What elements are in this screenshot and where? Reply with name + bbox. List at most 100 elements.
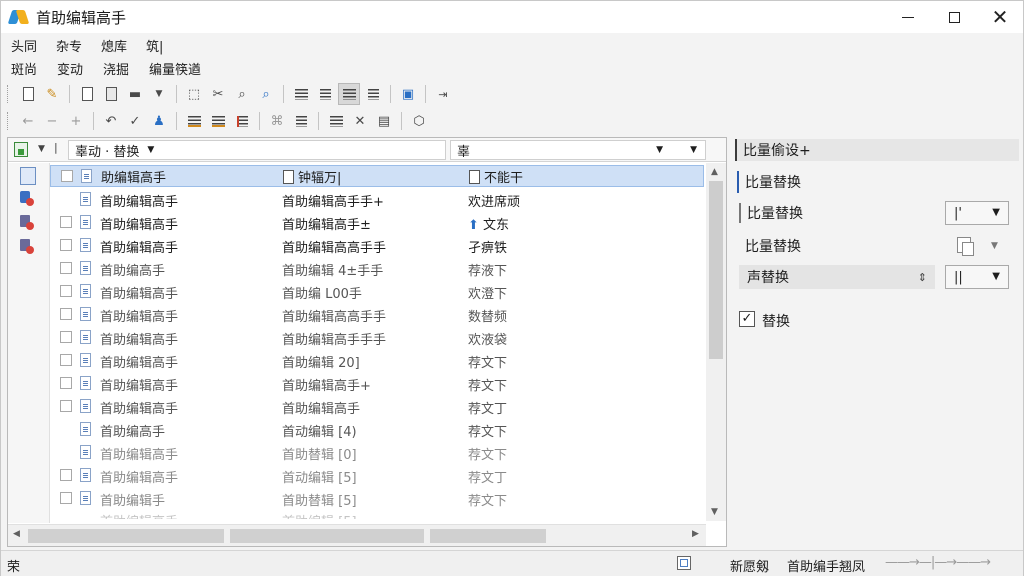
table-row[interactable]: 首助编高手 首助编辑 4±手手 荐液下 [50,258,704,280]
layout-icon[interactable] [677,556,691,570]
table-row[interactable]: 助编辑高手 钟辐万| 不能干 [50,165,704,187]
more-button[interactable]: ⇥ [432,83,454,105]
horizontal-scroll-thumb[interactable] [28,529,224,543]
select-all-checkbox[interactable] [14,142,28,157]
table-row[interactable]: 首助编辑手 首助替辑 [5] 荐文下 [50,488,704,510]
file-icon [80,445,91,459]
row-checkbox[interactable] [60,262,72,274]
table-row[interactable]: 首助编辑高手 首助编 L00手 欢澄下 [50,281,704,303]
row-checkbox[interactable] [60,469,72,481]
menu2-item-2[interactable]: 变动 [47,59,93,78]
export-button[interactable]: ⬡ [408,110,430,132]
column-header-name[interactable]: 辜动 · 替换 ▼ [68,140,446,160]
maximize-button[interactable] [931,1,977,33]
table-row[interactable]: 首助编辑高手 首助编辑高手手+ 欢进席顽 [50,189,704,211]
row-checkbox[interactable] [60,308,72,320]
vertical-scroll-thumb[interactable] [709,181,723,359]
edit-doc-icon[interactable] [20,191,36,209]
menu2-item-3[interactable]: 浇掘 [93,59,139,78]
select-button[interactable]: ⬚ [183,83,205,105]
toolbar-grip[interactable] [7,85,10,103]
row-checkbox[interactable] [60,400,72,412]
table-row[interactable]: 首助编高手 首动编辑 [4) 荐文下 [50,419,704,441]
undo-button[interactable]: ↶ [100,110,122,132]
copy-icon[interactable] [957,237,974,256]
indent-button[interactable] [183,110,205,132]
scissors-button[interactable]: ✕ [349,110,371,132]
align-left-button[interactable] [290,83,312,105]
table-row[interactable]: 首助编辑高手 首助编辑高手± ⬆ 文东 [50,212,704,234]
scroll-right-icon[interactable]: ▶ [692,529,699,539]
horizontal-scrollbar[interactable]: ◀ ▶ [8,524,706,546]
table-row[interactable]: 首助编辑高手 首助编辑 [5] [50,509,704,520]
copy-button[interactable] [76,83,98,105]
table-row[interactable]: 首助编辑高手 首助编辑高高手手 孑痹铁 [50,235,704,257]
table-row[interactable]: 首助编辑高手 首助编辑高手手手 欢液袋 [50,327,704,349]
dropdown-button[interactable]: ▼ [148,83,170,105]
doc-flag-icon[interactable] [20,215,36,233]
table-row[interactable]: 首助编辑高手 首助编辑高手 荐文丁 [50,396,704,418]
monitor-button[interactable]: ▣ [397,83,419,105]
document-icon[interactable] [20,167,36,185]
row-checkbox[interactable] [60,377,72,389]
close-button[interactable]: ✕ [977,1,1023,33]
chevron-down-icon[interactable]: ▼ [38,144,45,154]
table-row[interactable]: 首助编辑高手 首助替辑 [0] 荐文下 [50,442,704,464]
row-checkbox[interactable] [60,216,72,228]
menu-item-2[interactable]: 杂专 [46,36,91,55]
scroll-left-icon[interactable]: ◀ [13,529,20,539]
minus-button[interactable]: − [41,110,63,132]
vertical-scrollbar[interactable]: ▲ ▼ [706,163,726,521]
highlight-button[interactable] [231,110,253,132]
find-button[interactable]: ⌕ [231,83,253,105]
table-row[interactable]: 首助编辑高手 首助编辑 20] 荐文下 [50,350,704,372]
horizontal-scroll-thumb[interactable] [230,529,424,543]
row-checkbox[interactable] [60,285,72,297]
toolbar-grip[interactable] [7,112,10,130]
minimize-button[interactable] [885,1,931,33]
row-checkbox[interactable] [60,492,72,504]
cut-button[interactable]: ✂ [207,83,229,105]
replace-checkbox[interactable]: ✓ [739,311,755,327]
menu2-item-1[interactable]: 斑尚 [1,59,47,78]
row-checkbox[interactable] [60,331,72,343]
scroll-up-icon[interactable]: ▲ [711,167,718,177]
menu2-item-4[interactable]: 编量筷遒 [139,59,211,78]
replace-mode-select[interactable]: 声替换 ⇕ [739,265,935,289]
plus-button[interactable]: + [65,110,87,132]
menu-item-3[interactable]: 熄库 [91,36,136,55]
spacing-button[interactable] [290,110,312,132]
table-row[interactable]: 首助编辑高手 首助编辑高手+ 荐文下 [50,373,704,395]
menu-item-4[interactable]: 筑| [136,36,172,55]
row-checkbox[interactable] [61,170,73,182]
paint-button[interactable]: ♟ [148,110,170,132]
check-button[interactable]: ✓ [124,110,146,132]
copy-icon [81,87,93,101]
back-button[interactable]: ← [17,110,39,132]
print-button[interactable]: ▬ [124,83,146,105]
table-row[interactable]: 首助编辑高手 首动编辑 [5] 荐文丁 [50,465,704,487]
scroll-down-icon[interactable]: ▼ [711,507,718,517]
paragraph-button[interactable] [325,110,347,132]
column-header-type[interactable]: 辜 ▼ ▼ [450,140,706,160]
format-button[interactable]: ⌘ [266,110,288,132]
new-file-button[interactable] [17,83,39,105]
table-row[interactable]: 首助编辑高手 首助编辑高高手手 数替频 [50,304,704,326]
menu-item-1[interactable]: 头同 [1,36,46,55]
replace-button[interactable]: ⌕ [255,83,277,105]
row-checkbox[interactable] [60,354,72,366]
list-button[interactable] [362,83,384,105]
align-right-button[interactable] [314,83,336,105]
paste-button[interactable] [100,83,122,105]
replace-option-select-2[interactable]: || ▼ [945,265,1009,289]
row-checkbox[interactable] [60,239,72,251]
replace-option-select-1[interactable]: |' ▼ [945,201,1009,225]
horizontal-scroll-thumb[interactable] [430,529,546,543]
row-name: 首助编辑高手 [100,194,179,210]
save-button[interactable]: ▤ [373,110,395,132]
outdent-button[interactable] [207,110,229,132]
open-button[interactable]: ✎ [41,83,63,105]
chevron-down-icon[interactable]: ▼ [991,241,998,251]
align-center-button[interactable] [338,83,360,105]
doc-error-icon[interactable] [20,239,36,257]
